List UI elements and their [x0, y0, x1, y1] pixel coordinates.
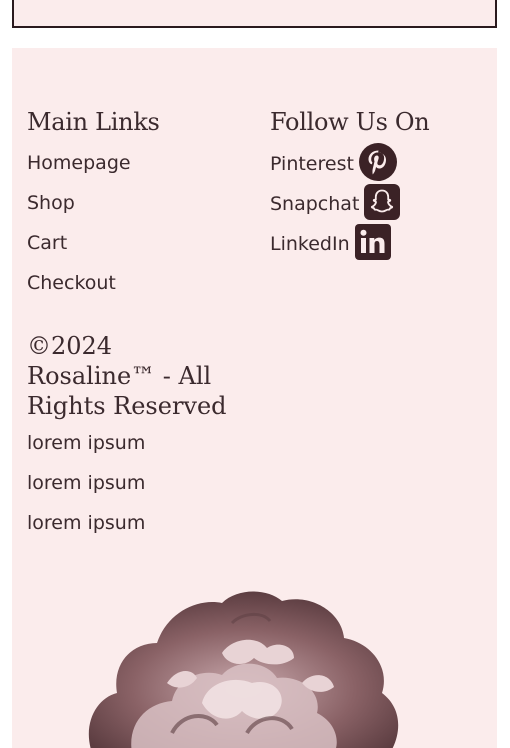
linkedin-icon[interactable]	[354, 224, 391, 264]
main-links-heading: Main Links	[27, 108, 160, 136]
pinterest-label: Pinterest	[270, 153, 354, 175]
lorem-text-1: lorem ipsum	[27, 432, 146, 454]
footer: Main Links Homepage Shop Cart Checkout F…	[12, 48, 497, 748]
link-cart[interactable]: Cart	[27, 232, 67, 254]
rose-illustration	[88, 591, 399, 748]
lorem-text-3: lorem ipsum	[27, 512, 146, 534]
social-snapchat[interactable]: Snapchat	[270, 184, 401, 224]
snapchat-label: Snapchat	[270, 193, 360, 215]
social-linkedin[interactable]: LinkedIn	[270, 224, 391, 264]
social-pinterest[interactable]: Pinterest	[270, 143, 397, 185]
linkedin-label: LinkedIn	[270, 233, 350, 255]
top-box	[12, 0, 497, 28]
snapchat-icon[interactable]	[364, 184, 401, 224]
link-shop[interactable]: Shop	[27, 192, 75, 214]
link-checkout[interactable]: Checkout	[27, 272, 116, 294]
lorem-text-2: lorem ipsum	[27, 472, 146, 494]
copyright-text: ©2024 Rosaline™ - All Rights Reserved	[27, 332, 227, 420]
pinterest-icon[interactable]	[358, 143, 397, 185]
follow-heading: Follow Us On	[270, 108, 430, 136]
link-homepage[interactable]: Homepage	[27, 152, 131, 174]
